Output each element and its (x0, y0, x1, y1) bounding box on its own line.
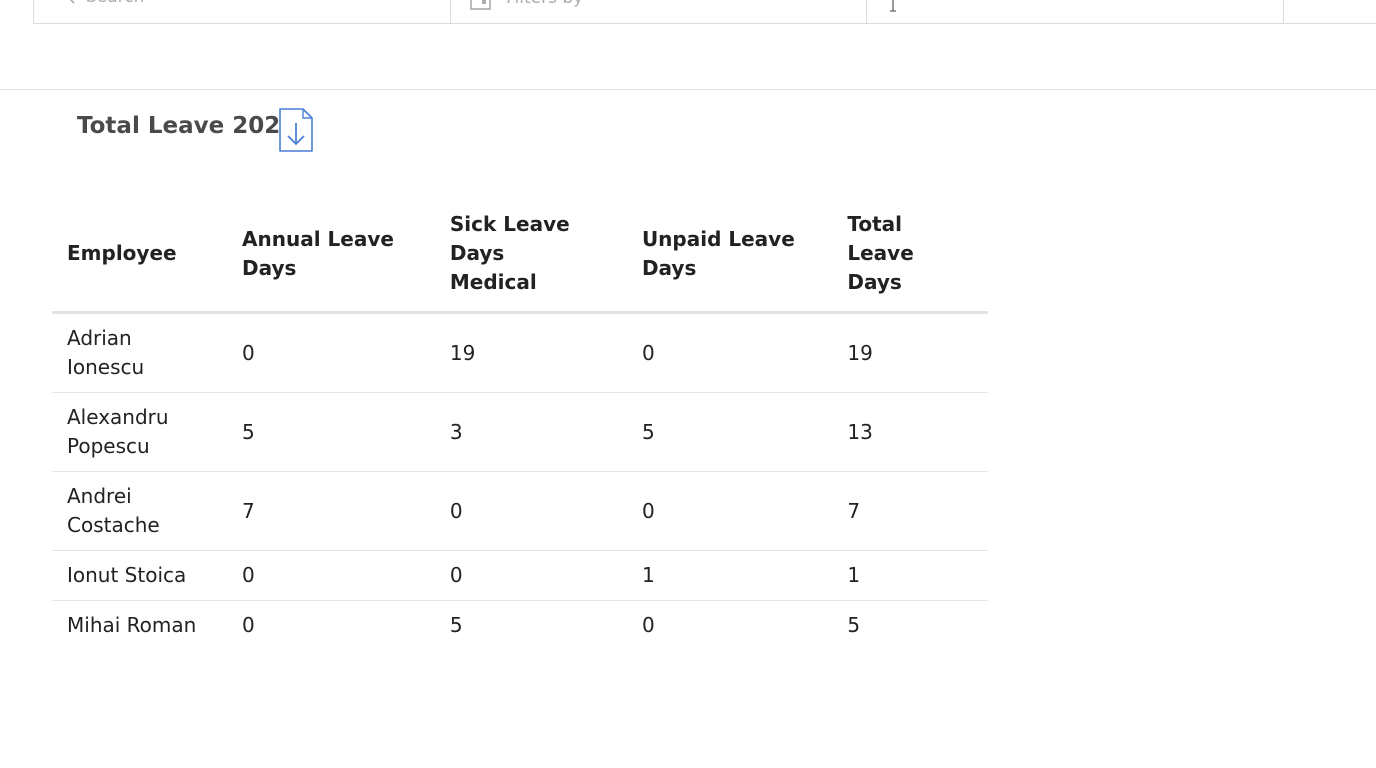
search-input[interactable] (86, 0, 386, 7)
calendar-icon (470, 0, 491, 10)
total-leave-days: 7 (832, 471, 988, 551)
search-box[interactable] (34, 0, 451, 23)
employee-name: Andrei Costache (52, 471, 228, 551)
annual-leave-days: 0 (227, 312, 435, 393)
sick-leave-days: 19 (434, 312, 627, 393)
header-annual-leave[interactable]: Annual Leave Days (227, 196, 435, 314)
unpaid-leave-days: 0 (626, 312, 833, 393)
sick-leave-days: 0 (434, 471, 627, 551)
file-download-icon[interactable] (277, 106, 315, 154)
annual-leave-days: 0 (242, 613, 255, 637)
total-leave-days: 1 (832, 550, 988, 601)
employee-name: Alexandru Popescu (52, 392, 228, 472)
unpaid-leave-days: 0 (626, 471, 833, 551)
leave-table: Employee Annual Leave Days Sick Leave Day… (52, 196, 988, 650)
sick-leave-days: 3 (434, 392, 627, 472)
total-leave-days: 5 (847, 613, 861, 637)
header-sick-leave[interactable]: Sick Leave Days Medical (434, 196, 627, 314)
header-unpaid-leave[interactable]: Unpaid Leave Days (626, 196, 833, 314)
employee-name: Ionut Stoica (52, 550, 228, 601)
search-icon (69, 0, 75, 4)
filter-bar-extra (1284, 0, 1376, 23)
filter-bar: Filters by (33, 0, 1376, 24)
text-cursor-icon (890, 0, 896, 12)
date-filter[interactable]: Filters by (451, 0, 867, 23)
table-row: Mihai Roman 0 5 0 5 (52, 601, 988, 651)
employee-name: Adrian Ionescu (52, 312, 228, 393)
sick-leave-days: 5 (449, 613, 463, 637)
report-title: Total Leave 2025 (77, 113, 297, 139)
annual-leave-days: 5 (227, 392, 435, 472)
table-row: Andrei Costache 7 0 0 7 (52, 471, 988, 551)
table-row: Alexandru Popescu 5 3 5 13 (52, 392, 988, 472)
annual-leave-days: 7 (227, 471, 435, 551)
total-leave-days: 19 (832, 312, 988, 393)
table-header-row: Employee Annual Leave Days Sick Leave Day… (52, 196, 988, 314)
filters-by-label: Filters by (506, 0, 583, 8)
filter-select[interactable] (867, 0, 1284, 23)
table-row: Ionut Stoica 0 0 1 1 (52, 550, 988, 601)
section-divider (0, 89, 1376, 90)
chevron-down-icon[interactable] (1247, 0, 1261, 3)
table-row: Adrian Ionescu 0 19 0 19 (52, 312, 988, 393)
header-employee[interactable]: Employee (52, 196, 228, 314)
total-leave-days: 13 (832, 392, 988, 472)
sick-leave-days: 0 (434, 550, 627, 601)
unpaid-leave-days: 1 (626, 550, 833, 601)
annual-leave-days: 0 (227, 550, 435, 601)
header-total-leave[interactable]: Total Leave Days (832, 196, 988, 314)
employee-name: Mihai Roman (67, 613, 197, 637)
unpaid-leave-days: 0 (641, 613, 655, 637)
unpaid-leave-days: 5 (626, 392, 833, 472)
